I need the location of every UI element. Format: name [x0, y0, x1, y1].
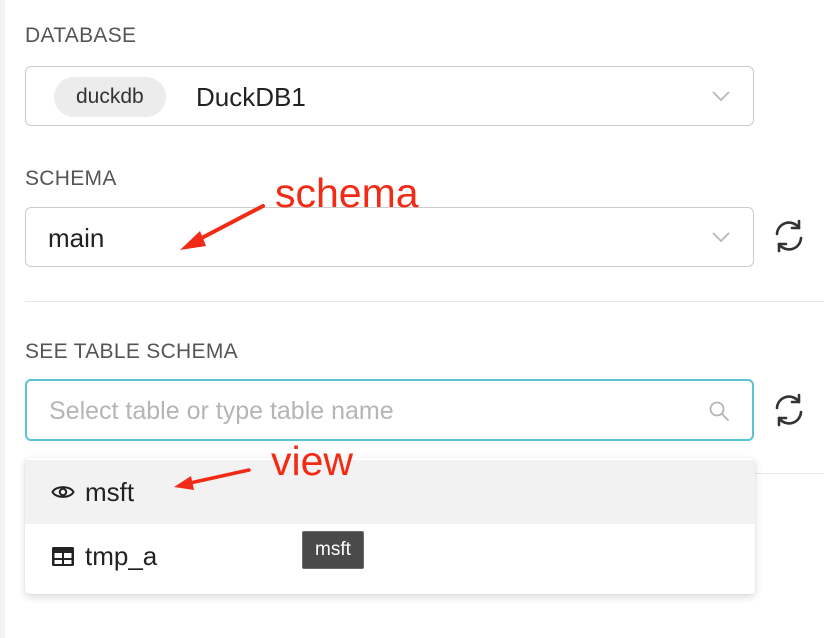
eye-icon: [51, 486, 75, 498]
table-dropdown: msft tmp_a: [25, 458, 755, 594]
chevron-down-icon: [712, 232, 730, 243]
database-select[interactable]: duckdb DuckDB1: [25, 66, 754, 126]
table-option-label: msft: [85, 477, 135, 507]
table-search-input[interactable]: [49, 381, 689, 441]
section-divider: [25, 301, 824, 302]
database-label: DATABASE: [25, 24, 137, 47]
table-select[interactable]: [25, 379, 754, 441]
schema-refresh-icon[interactable]: [771, 218, 807, 254]
table-schema-label: SEE TABLE SCHEMA: [25, 340, 238, 363]
search-icon: [709, 401, 729, 421]
table-icon: [52, 547, 74, 566]
schema-selected-value: main: [48, 223, 105, 253]
table-option-msft[interactable]: msft: [25, 460, 755, 524]
annotation-view-text: view: [271, 438, 354, 484]
database-backend-badge: duckdb: [54, 77, 166, 117]
table-option-tmp-a[interactable]: tmp_a: [25, 524, 755, 588]
table-refresh-icon[interactable]: [771, 392, 807, 428]
database-selected-value: DuckDB1: [196, 82, 306, 112]
option-tooltip: msft: [302, 531, 364, 569]
table-option-label: tmp_a: [85, 541, 158, 571]
panel-left-edge: [0, 0, 5, 638]
schema-label: SCHEMA: [25, 167, 117, 190]
chevron-down-icon: [712, 91, 730, 102]
annotation-schema-text: schema: [275, 170, 419, 216]
section-divider-right: [754, 473, 824, 474]
